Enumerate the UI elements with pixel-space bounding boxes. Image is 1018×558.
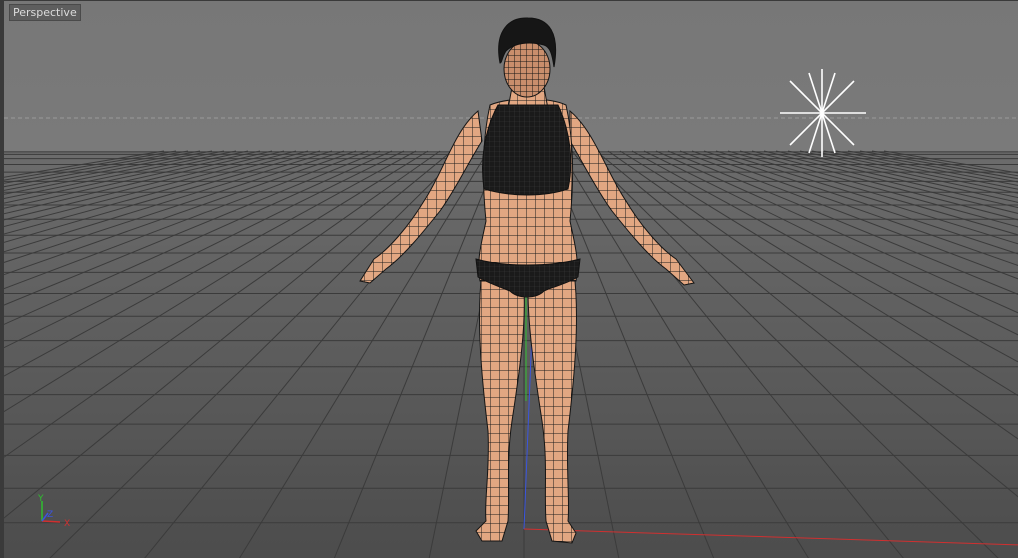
- grid-line: [4, 150, 417, 377]
- grid-line: [4, 150, 345, 263]
- perspective-viewport[interactable]: Y Z X Perspective: [0, 0, 1018, 558]
- gizmo-z-label: Z: [47, 510, 53, 520]
- grid-line: [4, 150, 309, 235]
- bikini-top: [482, 104, 572, 196]
- grid-line: [787, 150, 1018, 203]
- grid-line: [4, 150, 393, 325]
- z-axis-line: [523, 330, 533, 530]
- grid-line: [619, 150, 1018, 397]
- grid-line: [607, 150, 1018, 440]
- left-leg: [475, 270, 525, 542]
- gizmo-y-label: Y: [37, 494, 44, 504]
- right-leg: [527, 270, 577, 544]
- grid-line: [631, 150, 1018, 363]
- grid-line: [559, 150, 809, 558]
- grid-line: [739, 150, 1018, 228]
- grid-line: [4, 150, 453, 519]
- grid-line: [595, 150, 1018, 498]
- grid-line: [871, 150, 1018, 177]
- grid-line: [679, 150, 1018, 280]
- grid-line: [4, 150, 321, 243]
- grid-line: [667, 150, 1018, 295]
- grid-line: [691, 150, 1018, 266]
- face: [503, 40, 551, 98]
- x-axis-line: [523, 528, 1018, 546]
- viewport-canvas[interactable]: Y Z X: [4, 1, 1018, 558]
- grid-line: [239, 150, 489, 558]
- grid-line: [799, 150, 1018, 199]
- left-arm: [359, 110, 483, 284]
- view-label[interactable]: Perspective: [9, 4, 81, 21]
- gizmo-x-label: X: [64, 519, 70, 529]
- light-object: [780, 69, 866, 157]
- grid-line: [847, 150, 1018, 183]
- grid-line: [4, 150, 201, 188]
- grid-line: [703, 150, 1018, 255]
- grid-line: [4, 150, 429, 413]
- grid-line: [4, 150, 333, 253]
- grid-line: [4, 150, 285, 221]
- grid-line: [835, 150, 1018, 186]
- grid-line: [4, 150, 441, 458]
